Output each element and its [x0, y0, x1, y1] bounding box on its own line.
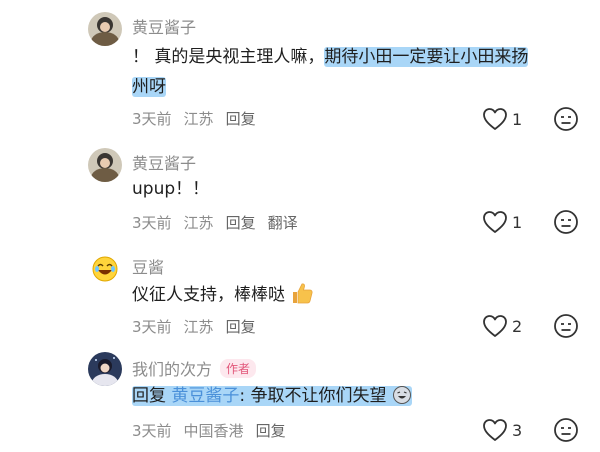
comment-text-part: 仪征人支持，棒棒哒	[132, 285, 285, 305]
thumbs-up-emoji	[293, 283, 313, 304]
reply-prefix: 回复	[132, 386, 166, 406]
comment-text: 回复 黄豆酱子: 争取不让你们失望	[132, 381, 412, 411]
reply-button[interactable]: 回复	[226, 318, 256, 336]
like-count: 1	[512, 109, 523, 129]
avatar[interactable]	[88, 12, 122, 46]
comment-time: 3天前	[132, 214, 172, 232]
comment-text-part: : 争取不让你们失望	[239, 386, 387, 406]
like-count: 1	[512, 212, 523, 232]
comment-text-highlight: 期待小田一定要让小田来扬	[324, 47, 529, 67]
comment-author: 我们的次方 作者	[132, 356, 257, 380]
reply-button[interactable]: 回复	[226, 110, 256, 128]
comment-meta: 3天前 江苏 回复	[132, 316, 268, 337]
comment-meta: 3天前 中国香港 回复	[132, 420, 298, 441]
reply-target[interactable]: 黄豆酱子	[171, 386, 239, 406]
comment-location: 江苏	[183, 110, 214, 128]
comment-text: ！ 真的是央视主理人嘛，期待小田一定要让小田来扬	[132, 42, 529, 72]
comment-time: 3天前	[132, 110, 172, 128]
author-name[interactable]: 我们的次方	[132, 360, 212, 379]
meh-face-icon[interactable]	[553, 313, 579, 339]
comment-author[interactable]: 豆酱	[132, 254, 164, 278]
like-button[interactable]: 3	[482, 416, 530, 444]
comment-text-highlight: 州呀	[132, 77, 166, 97]
comment-meta: 3天前 江苏 回复	[132, 108, 268, 129]
comment-text-continued: 州呀	[132, 72, 166, 102]
comment-author[interactable]: 黄豆酱子	[132, 150, 196, 174]
like-button[interactable]: 1	[482, 105, 530, 133]
like-count: 2	[512, 316, 523, 336]
comment-time: 3天前	[132, 318, 172, 336]
meh-face-icon[interactable]	[553, 106, 579, 132]
meh-face-icon[interactable]	[553, 417, 579, 443]
reply-button[interactable]: 回复	[226, 214, 256, 232]
comment-location: 中国香港	[183, 422, 244, 440]
comment-text: 仪征人支持，棒棒哒	[132, 280, 314, 310]
author-badge: 作者	[220, 359, 257, 378]
comment-time: 3天前	[132, 422, 172, 440]
laugh-emoji	[392, 386, 411, 404]
avatar[interactable]	[88, 252, 122, 286]
comment-text: upup！！	[132, 179, 210, 199]
avatar[interactable]	[88, 148, 122, 182]
reply-button[interactable]: 回复	[256, 422, 286, 440]
meh-face-icon[interactable]	[553, 209, 579, 235]
comment-location: 江苏	[183, 318, 214, 336]
heart-outline-icon	[483, 211, 507, 233]
heart-outline-icon	[483, 108, 507, 130]
avatar[interactable]	[88, 352, 122, 386]
heart-outline-icon	[483, 419, 507, 441]
translate-button[interactable]: 翻译	[268, 214, 298, 232]
comment-text-highlight: 回复 黄豆酱子: 争取不让你们失望	[132, 386, 412, 406]
comment-meta: 3天前 江苏 回复 翻译	[132, 212, 310, 233]
comment-text-part: ！ 真的是央视主理人嘛，	[132, 47, 325, 67]
like-button[interactable]: 2	[482, 312, 530, 340]
comment-author[interactable]: 黄豆酱子	[132, 14, 196, 38]
comment-location: 江苏	[183, 214, 214, 232]
like-button[interactable]: 1	[482, 208, 530, 236]
heart-outline-icon	[483, 315, 507, 337]
like-count: 3	[512, 420, 523, 440]
